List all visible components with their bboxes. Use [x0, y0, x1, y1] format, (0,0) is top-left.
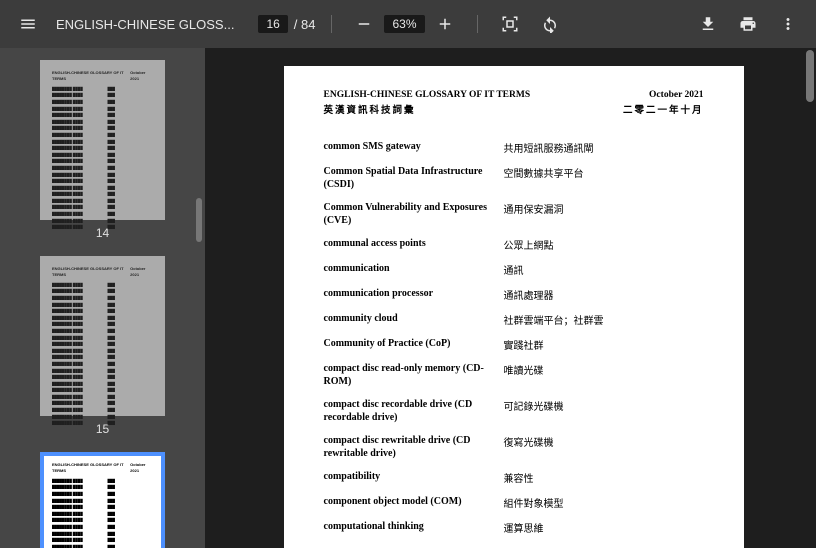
- term-english: community cloud: [324, 312, 504, 327]
- zoom-level[interactable]: 63%: [384, 15, 424, 33]
- term-english: computational thinking: [324, 520, 504, 535]
- glossary-entry: communication通訊: [324, 262, 704, 277]
- glossary-entry: communication processor通訊處理器: [324, 287, 704, 302]
- term-chinese: 唯讀光碟: [504, 362, 704, 388]
- zoom-controls: 63%: [348, 8, 460, 40]
- separator: [477, 15, 478, 33]
- term-english: compact disc recordable drive (CD record…: [324, 398, 504, 424]
- term-english: compatibility: [324, 470, 504, 485]
- term-english: communal access points: [324, 237, 504, 252]
- thumbnail[interactable]: ENGLISH-CHINESE GLOSSARY OF IT TERMSOcto…: [0, 452, 205, 548]
- rotate-icon[interactable]: [534, 8, 566, 40]
- page-header-en: ENGLISH-CHINESE GLOSSARY OF IT TERMS Oct…: [324, 90, 704, 100]
- document-title: ENGLISH-CHINESE GLOSS...: [56, 17, 234, 32]
- header-title-zh: 英漢資訊科技詞彙: [324, 102, 416, 116]
- term-english: communication: [324, 262, 504, 277]
- separator: [331, 15, 332, 33]
- more-icon[interactable]: [772, 8, 804, 40]
- term-chinese: 可記錄光碟機: [504, 398, 704, 424]
- download-icon[interactable]: [692, 8, 724, 40]
- document-scrollbar[interactable]: [806, 50, 814, 102]
- thumbnail[interactable]: ENGLISH-CHINESE GLOSSARY OF IT TERMSOcto…: [0, 60, 205, 240]
- pdf-page: ENGLISH-CHINESE GLOSSARY OF IT TERMS Oct…: [284, 66, 744, 548]
- glossary-entry: communal access points公眾上網點: [324, 237, 704, 252]
- document-viewport[interactable]: ENGLISH-CHINESE GLOSSARY OF IT TERMS Oct…: [205, 48, 816, 548]
- glossary-entry: Community of Practice (CoP)實踐社群: [324, 337, 704, 352]
- term-english: common SMS gateway: [324, 140, 504, 155]
- main-area: ENGLISH-CHINESE GLOSSARY OF IT TERMS Octo…: [0, 48, 816, 548]
- glossary-entry: compatibility兼容性: [324, 470, 704, 485]
- term-chinese: 通訊: [504, 262, 704, 277]
- pdf-toolbar: ENGLISH-CHINESE GLOSS... 16 / 84 63%: [0, 0, 816, 48]
- header-date-zh: 二零二一年十月: [623, 102, 704, 116]
- term-chinese: 運算思維: [504, 520, 704, 535]
- thumbnail-sidebar[interactable]: ENGLISH-CHINESE GLOSSARY OF IT TERMSOcto…: [0, 48, 205, 548]
- term-chinese: 組件對象模型: [504, 495, 704, 510]
- glossary-entry: compact disc rewritable drive (CD rewrit…: [324, 434, 704, 460]
- glossary-entry: Common Vulnerability and Exposures (CVE)…: [324, 201, 704, 227]
- fit-page-icon[interactable]: [494, 8, 526, 40]
- term-english: communication processor: [324, 287, 504, 302]
- glossary-entry: compact disc read-only memory (CD-ROM)唯讀…: [324, 362, 704, 388]
- term-english: Common Vulnerability and Exposures (CVE): [324, 201, 504, 227]
- term-chinese: 復寫光碟機: [504, 434, 704, 460]
- glossary-entry: Common Spatial Data Infrastructure (CSDI…: [324, 165, 704, 191]
- page-header-zh: 英漢資訊科技詞彙 二零二一年十月: [324, 102, 704, 116]
- term-chinese: 兼容性: [504, 470, 704, 485]
- term-english: component object model (COM): [324, 495, 504, 510]
- total-pages: / 84: [294, 17, 316, 32]
- term-chinese: 實踐社群: [504, 337, 704, 352]
- zoom-out-icon[interactable]: [348, 8, 380, 40]
- term-chinese: 共用短訊服務通訊閘: [504, 140, 704, 155]
- term-english: Community of Practice (CoP): [324, 337, 504, 352]
- page-indicator: 16 / 84: [258, 15, 315, 33]
- term-chinese: 通用保安漏洞: [504, 201, 704, 227]
- sidebar-scrollbar[interactable]: [196, 198, 202, 242]
- term-english: compact disc read-only memory (CD-ROM): [324, 362, 504, 388]
- glossary-entry: community cloud社群雲端平台；社群雲: [324, 312, 704, 327]
- header-title-en: ENGLISH-CHINESE GLOSSARY OF IT TERMS: [324, 90, 531, 100]
- current-page-input[interactable]: 16: [258, 15, 287, 33]
- term-english: compact disc rewritable drive (CD rewrit…: [324, 434, 504, 460]
- glossary-entry: common SMS gateway共用短訊服務通訊閘: [324, 140, 704, 155]
- print-icon[interactable]: [732, 8, 764, 40]
- term-english: Common Spatial Data Infrastructure (CSDI…: [324, 165, 504, 191]
- glossary-entry: computational thinking運算思維: [324, 520, 704, 535]
- zoom-in-icon[interactable]: [429, 8, 461, 40]
- menu-icon[interactable]: [12, 8, 44, 40]
- term-chinese: 公眾上網點: [504, 237, 704, 252]
- glossary-entry: compact disc recordable drive (CD record…: [324, 398, 704, 424]
- glossary-entry: component object model (COM)組件對象模型: [324, 495, 704, 510]
- term-chinese: 社群雲端平台；社群雲: [504, 312, 704, 327]
- thumbnail[interactable]: ENGLISH-CHINESE GLOSSARY OF IT TERMSOcto…: [0, 256, 205, 436]
- term-chinese: 空間數據共享平台: [504, 165, 704, 191]
- term-chinese: 通訊處理器: [504, 287, 704, 302]
- header-date-en: October 2021: [649, 90, 703, 100]
